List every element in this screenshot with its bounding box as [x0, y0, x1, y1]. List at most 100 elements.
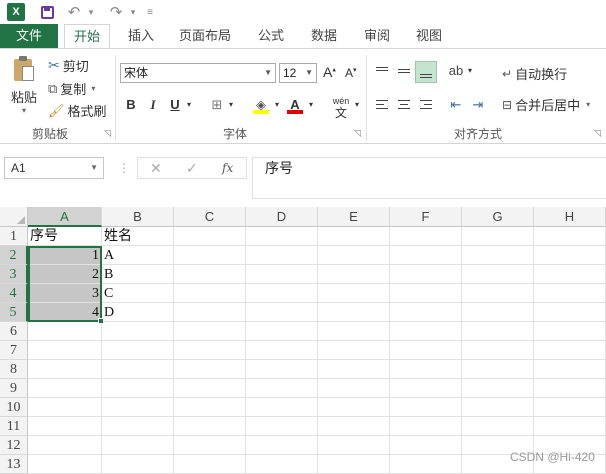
cell-b3[interactable]: B	[102, 265, 174, 284]
cell-c4[interactable]	[174, 284, 246, 303]
cell-e5[interactable]	[318, 303, 390, 322]
cell-d11[interactable]	[246, 417, 318, 436]
column-header-h[interactable]: H	[534, 207, 606, 227]
cell-h1[interactable]	[534, 227, 606, 246]
cell-d13[interactable]	[246, 455, 318, 474]
cell-e12[interactable]	[318, 436, 390, 455]
cell-a7[interactable]	[28, 341, 102, 360]
row-header[interactable]: 6	[0, 322, 28, 341]
merge-center-button[interactable]: ⊟ 合并后居中 ▾	[502, 95, 590, 114]
cell-h8[interactable]	[534, 360, 606, 379]
cell-b2[interactable]: A	[102, 246, 174, 265]
cell-h6[interactable]	[534, 322, 606, 341]
row-header[interactable]: 11	[0, 417, 28, 436]
decrease-indent-icon[interactable]: ⇤	[447, 95, 465, 115]
cell-a1[interactable]: 序号	[28, 227, 102, 246]
clipboard-launcher-icon[interactable]: ◹	[104, 129, 112, 138]
row-header[interactable]: 4	[0, 284, 28, 303]
tab-formulas[interactable]: 公式	[250, 24, 292, 48]
cell-f2[interactable]	[390, 246, 462, 265]
cell-f4[interactable]	[390, 284, 462, 303]
fill-handle[interactable]	[98, 318, 104, 324]
shrink-font-button[interactable]: A▾	[345, 66, 357, 80]
paste-button[interactable]: 粘贴 ▾	[4, 55, 44, 119]
font-color-button[interactable]: A	[286, 95, 304, 115]
tab-review[interactable]: 审阅	[356, 24, 398, 48]
cell-c13[interactable]	[174, 455, 246, 474]
cell-g2[interactable]	[462, 246, 534, 265]
cell-f3[interactable]	[390, 265, 462, 284]
cell-h11[interactable]	[534, 417, 606, 436]
row-header[interactable]: 10	[0, 398, 28, 417]
row-header[interactable]: 1	[0, 227, 28, 246]
cell-g9[interactable]	[462, 379, 534, 398]
cell-b7[interactable]	[102, 341, 174, 360]
align-left-icon[interactable]	[373, 95, 391, 115]
cell-d7[interactable]	[246, 341, 318, 360]
underline-dropdown-icon[interactable]: ▾	[184, 95, 194, 115]
orientation-dropdown-icon[interactable]: ▾	[465, 61, 475, 81]
format-painter-button[interactable]: 🖌 格式刷	[48, 101, 107, 120]
cell-a3[interactable]: 2	[28, 265, 102, 284]
increase-indent-icon[interactable]: ⇥	[469, 95, 487, 115]
cell-e11[interactable]	[318, 417, 390, 436]
cell-c1[interactable]	[174, 227, 246, 246]
cell-g3[interactable]	[462, 265, 534, 284]
redo-dropdown-icon[interactable]: ▾	[128, 2, 138, 22]
cell-d5[interactable]	[246, 303, 318, 322]
row-header[interactable]: 9	[0, 379, 28, 398]
insert-function-icon[interactable]: fx	[222, 158, 233, 178]
enter-icon[interactable]: ✓	[186, 158, 198, 178]
cell-d9[interactable]	[246, 379, 318, 398]
cell-e1[interactable]	[318, 227, 390, 246]
grow-font-button[interactable]: A▴	[323, 64, 336, 80]
cell-g5[interactable]	[462, 303, 534, 322]
row-header[interactable]: 8	[0, 360, 28, 379]
cell-a12[interactable]	[28, 436, 102, 455]
cell-f7[interactable]	[390, 341, 462, 360]
cell-a5[interactable]: 4	[28, 303, 102, 322]
cell-a9[interactable]	[28, 379, 102, 398]
undo-dropdown-icon[interactable]: ▾	[86, 2, 96, 22]
cell-g11[interactable]	[462, 417, 534, 436]
cell-b4[interactable]: C	[102, 284, 174, 303]
cell-a10[interactable]	[28, 398, 102, 417]
cell-e13[interactable]	[318, 455, 390, 474]
font-size-select[interactable]: 12 ▼	[279, 63, 317, 83]
underline-button[interactable]: U	[166, 95, 184, 115]
font-color-dropdown-icon[interactable]: ▾	[306, 95, 316, 115]
italic-button[interactable]: I	[144, 95, 162, 115]
cell-g6[interactable]	[462, 322, 534, 341]
font-launcher-icon[interactable]: ◹	[354, 129, 362, 138]
cell-b12[interactable]	[102, 436, 174, 455]
splitter-handle[interactable]: ⋮	[118, 157, 130, 179]
tab-view[interactable]: 视图	[408, 24, 450, 48]
cell-c9[interactable]	[174, 379, 246, 398]
cell-e2[interactable]	[318, 246, 390, 265]
cell-f8[interactable]	[390, 360, 462, 379]
cell-h3[interactable]	[534, 265, 606, 284]
cell-a8[interactable]	[28, 360, 102, 379]
cell-h5[interactable]	[534, 303, 606, 322]
cell-b1[interactable]: 姓名	[102, 227, 174, 246]
cell-a4[interactable]: 3	[28, 284, 102, 303]
cell-b8[interactable]	[102, 360, 174, 379]
cell-d2[interactable]	[246, 246, 318, 265]
cell-e6[interactable]	[318, 322, 390, 341]
cell-d1[interactable]	[246, 227, 318, 246]
cell-c5[interactable]	[174, 303, 246, 322]
cell-a2[interactable]: 1	[28, 246, 102, 265]
borders-icon[interactable]: ⊞	[208, 95, 226, 115]
cell-d12[interactable]	[246, 436, 318, 455]
cell-f12[interactable]	[390, 436, 462, 455]
cell-f6[interactable]	[390, 322, 462, 341]
row-header[interactable]: 2	[0, 246, 28, 265]
copy-button[interactable]: ⧉ 复制 ▾	[48, 79, 95, 98]
bold-button[interactable]: B	[122, 95, 140, 115]
name-box[interactable]: A1 ▼	[4, 157, 104, 179]
cell-c3[interactable]	[174, 265, 246, 284]
wrap-text-button[interactable]: ↵ 自动换行	[502, 64, 567, 83]
cut-button[interactable]: ✂ 剪切	[48, 56, 89, 75]
cell-e10[interactable]	[318, 398, 390, 417]
cell-d4[interactable]	[246, 284, 318, 303]
